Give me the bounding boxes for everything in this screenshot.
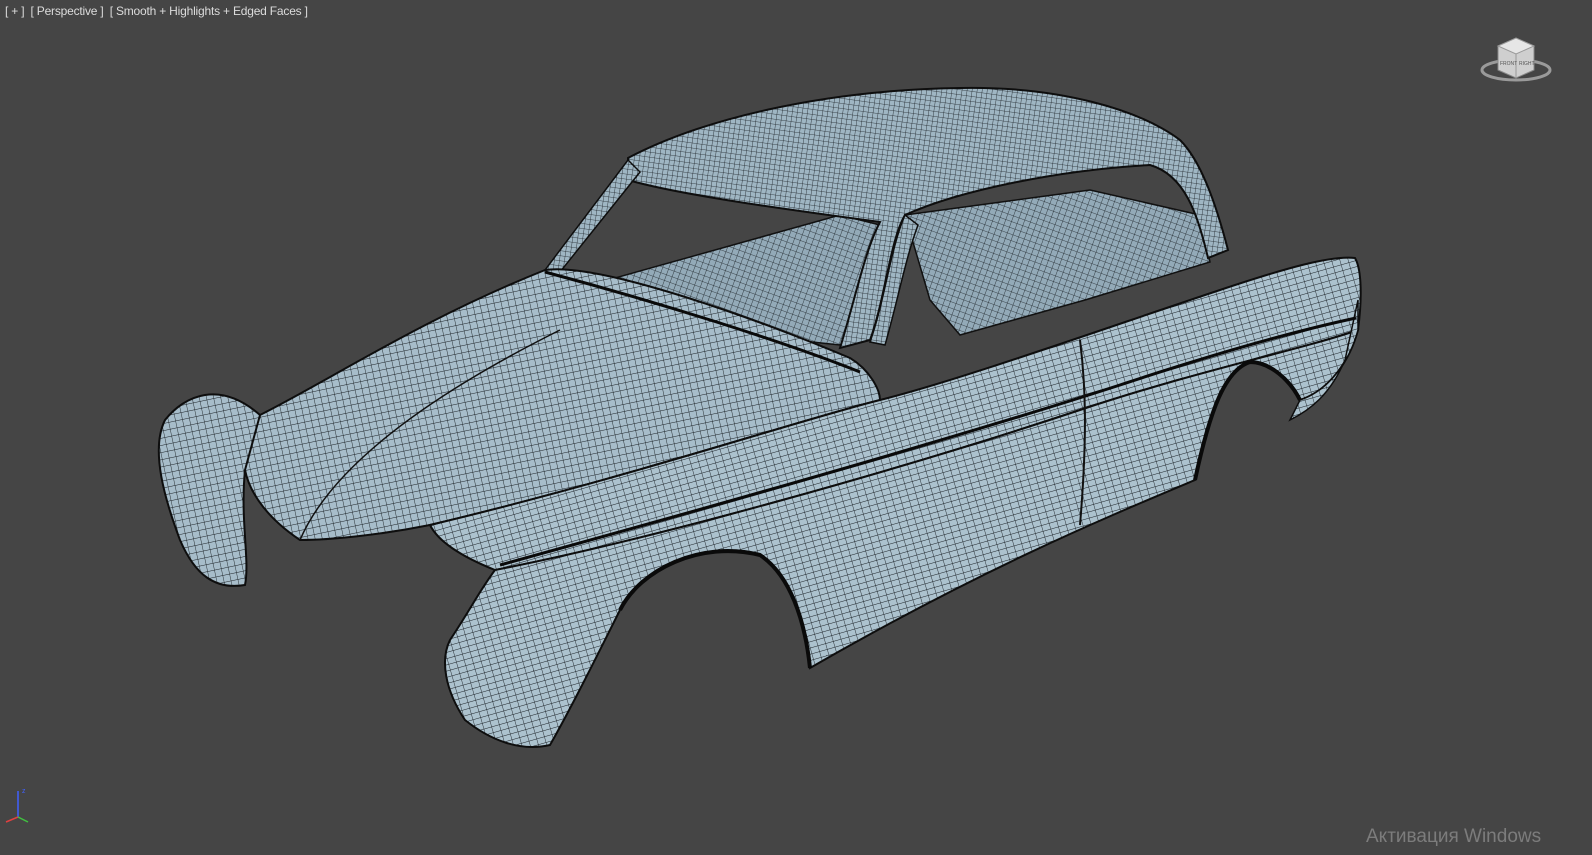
a-pillar	[543, 158, 642, 273]
car-body-mesh[interactable]	[0, 0, 1592, 855]
viewcube-right-label: RIGHT	[1519, 61, 1535, 67]
viewcube-icon[interactable]: FRONT RIGHT	[1478, 32, 1554, 90]
viewcube-front-label: FRONT	[1500, 61, 1517, 67]
axis-tripod-icon: z	[5, 788, 29, 823]
windows-activation-watermark: Активация Windows	[1366, 826, 1542, 847]
svg-text:z: z	[22, 788, 26, 795]
perspective-viewport[interactable]: [ + ] [ Perspective ] [ Smooth + Highlig…	[0, 0, 1592, 855]
front-fender-left	[157, 393, 262, 587]
